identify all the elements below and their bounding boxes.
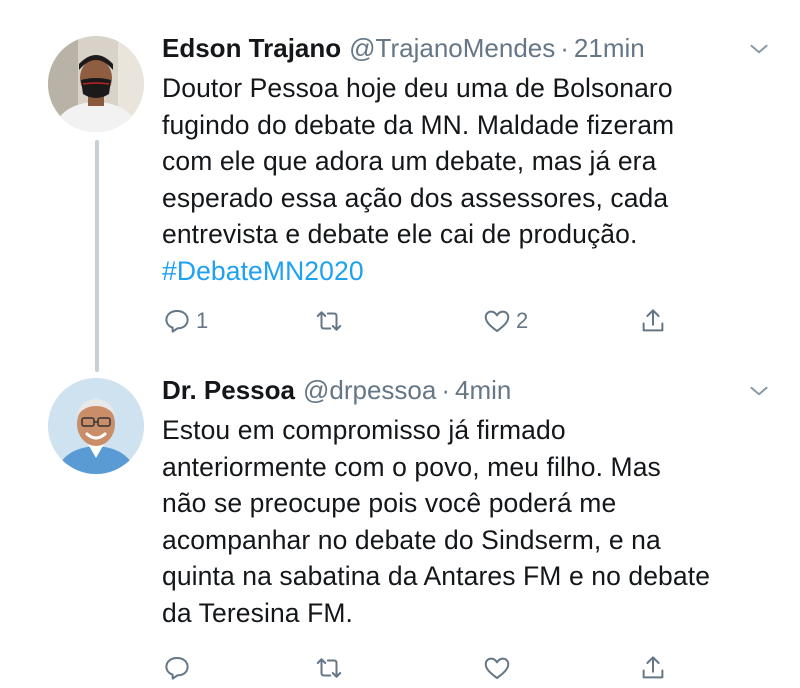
tweet-text-line: acompanhar no debate do Sindserm, e na (162, 524, 661, 555)
tweet-text-line: fugindo do debate da MN. Maldade fizeram (162, 109, 675, 140)
retweet-button[interactable] (314, 648, 344, 688)
separator-dot: · (560, 32, 569, 63)
avatar[interactable] (48, 378, 144, 474)
share-button[interactable] (638, 648, 668, 688)
reply-icon (165, 310, 189, 333)
hashtag-link[interactable]: #DebateMN2020 (162, 253, 772, 290)
retweet-button[interactable] (314, 301, 344, 341)
like-icon (484, 310, 510, 332)
reply-button[interactable]: 1 (162, 301, 208, 341)
like-count: 2 (516, 308, 529, 333)
reply-button[interactable] (162, 648, 192, 688)
timestamp[interactable]: 4min (455, 375, 511, 406)
avatar[interactable] (48, 36, 144, 132)
retweet-icon (316, 311, 342, 331)
retweet-icon (316, 658, 342, 678)
timestamp[interactable]: 21min (574, 33, 645, 64)
reply-count: 1 (196, 308, 209, 333)
like-button[interactable]: 2 (482, 301, 528, 341)
tweet-text-line: com ele que adora um debate, mas já era (162, 146, 657, 176)
chevron-down-icon[interactable] (746, 36, 772, 62)
display-name[interactable]: Dr. Pessoa (162, 375, 295, 406)
tweet-text-line: Doutor Pessoa hoje deu uma de Bolsonaro (162, 73, 673, 103)
reply-icon (165, 657, 189, 680)
tweet-text: Doutor Pessoa hoje deu uma de Bolsonaro … (162, 70, 772, 289)
user-handle[interactable]: @TrajanoMendes (349, 33, 555, 64)
share-icon (642, 656, 664, 679)
share-button[interactable] (638, 301, 668, 341)
tweet-text-line: quinta na sabatina da Antares FM e no de… (162, 561, 711, 591)
tweet-text: Estou em compromisso já firmado anterior… (162, 412, 772, 631)
tweet-text-line: anteriormente com o povo, meu filho. Mas (162, 451, 661, 482)
like-icon (484, 657, 510, 679)
tweet-actions: 1 2 (162, 301, 682, 341)
tweet-actions (162, 648, 682, 688)
thread-connector-line (95, 140, 99, 372)
tweet-text-line: não se preocupe pois você poderá me (162, 488, 617, 518)
separator-dot: · (441, 374, 451, 405)
like-button[interactable] (482, 648, 512, 688)
chevron-down-icon[interactable] (746, 378, 772, 404)
share-icon (642, 309, 664, 332)
tweet-text-line: da Teresina FM. (162, 597, 354, 628)
tweet-text-line: esperado essa ação dos assessores, cada (162, 182, 669, 213)
user-handle[interactable]: @drpessoa (303, 375, 436, 406)
display-name[interactable]: Edson Trajano (162, 33, 341, 64)
tweet-text-line: entrevista e debate ele cai de produção. (162, 219, 638, 249)
tweet-text-line: Estou em compromisso já firmado (162, 415, 566, 445)
